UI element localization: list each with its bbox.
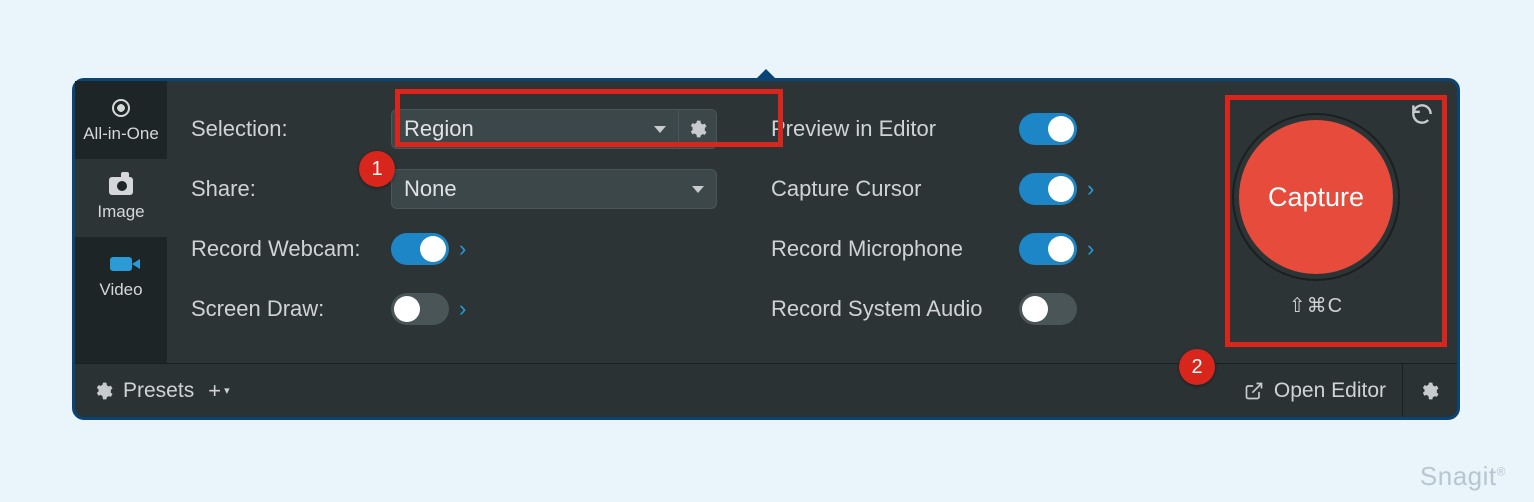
capture-column: Capture ⇧⌘C xyxy=(1191,99,1441,353)
share-dropdown[interactable]: None xyxy=(391,169,717,209)
panel-body: All-in-One Image Video Selection: Region xyxy=(75,81,1457,363)
selection-settings-button[interactable] xyxy=(677,109,717,149)
sidebar-item-image[interactable]: Image xyxy=(75,159,167,237)
bottom-bar: Presets +▾ Open Editor xyxy=(75,363,1457,417)
mic-toggle[interactable] xyxy=(1019,233,1077,265)
capture-panel: All-in-One Image Video Selection: Region xyxy=(72,78,1460,420)
selection-label: Selection: xyxy=(191,116,391,142)
gear-icon xyxy=(1419,381,1439,401)
chevron-down-icon: ▾ xyxy=(224,384,230,397)
cursor-label: Capture Cursor xyxy=(771,176,1019,202)
preview-toggle[interactable] xyxy=(1019,113,1077,145)
capture-shortcut: ⇧⌘C xyxy=(1289,293,1343,318)
reset-button[interactable] xyxy=(1407,99,1437,129)
watermark: Snagit® xyxy=(1420,461,1506,492)
sidebar-item-label: Image xyxy=(97,202,144,222)
selection-dropdown[interactable]: Region xyxy=(391,109,679,149)
gear-icon xyxy=(93,381,113,401)
open-external-icon xyxy=(1244,381,1264,401)
settings-button[interactable] xyxy=(1403,381,1439,401)
mode-sidebar: All-in-One Image Video xyxy=(75,81,167,363)
add-preset-button[interactable]: +▾ xyxy=(208,378,229,404)
sidebar-item-label: All-in-One xyxy=(83,124,159,144)
cursor-expand[interactable]: › xyxy=(1087,176,1094,202)
row-sysaudio: Record System Audio xyxy=(771,279,1191,339)
webcam-label: Record Webcam: xyxy=(191,236,391,262)
share-label: Share: xyxy=(191,176,391,202)
row-mic: Record Microphone › xyxy=(771,219,1191,279)
cursor-toggle[interactable] xyxy=(1019,173,1077,205)
row-cursor: Capture Cursor › xyxy=(771,159,1191,219)
mic-expand[interactable]: › xyxy=(1087,236,1094,262)
preview-label: Preview in Editor xyxy=(771,116,1019,142)
settings-column-left: Selection: Region Share: None xyxy=(191,99,771,353)
sidebar-item-all-in-one[interactable]: All-in-One xyxy=(75,81,167,159)
camera-icon xyxy=(109,174,133,198)
presets-gear-icon[interactable] xyxy=(93,381,113,401)
row-share: Share: None xyxy=(191,159,771,219)
screendraw-expand[interactable]: › xyxy=(459,296,466,322)
webcam-expand[interactable]: › xyxy=(459,236,466,262)
share-value: None xyxy=(404,176,457,202)
undo-icon xyxy=(1409,101,1435,127)
sidebar-item-video[interactable]: Video xyxy=(75,237,167,315)
open-editor-button[interactable]: Open Editor xyxy=(1244,364,1403,417)
row-selection: Selection: Region xyxy=(191,99,771,159)
selection-value: Region xyxy=(404,116,474,142)
screendraw-toggle[interactable] xyxy=(391,293,449,325)
mic-label: Record Microphone xyxy=(771,236,1019,262)
chevron-down-icon xyxy=(692,186,704,193)
open-editor-label: Open Editor xyxy=(1274,379,1386,403)
row-preview: Preview in Editor xyxy=(771,99,1191,159)
chevron-down-icon xyxy=(654,126,666,133)
presets-label[interactable]: Presets xyxy=(123,379,194,403)
settings-area: Selection: Region Share: None xyxy=(167,81,1457,363)
screendraw-label: Screen Draw: xyxy=(191,296,391,322)
sidebar-item-label: Video xyxy=(99,280,142,300)
webcam-toggle[interactable] xyxy=(391,233,449,265)
capture-button-label: Capture xyxy=(1268,182,1364,213)
gear-icon xyxy=(687,119,707,139)
capture-button[interactable]: Capture xyxy=(1234,115,1398,279)
row-webcam: Record Webcam: › xyxy=(191,219,771,279)
all-in-one-icon xyxy=(109,96,133,120)
row-screendraw: Screen Draw: › xyxy=(191,279,771,339)
sysaudio-toggle[interactable] xyxy=(1019,293,1077,325)
video-icon xyxy=(109,252,133,276)
sysaudio-label: Record System Audio xyxy=(771,296,1019,322)
settings-column-right: Preview in Editor Capture Cursor › Recor… xyxy=(771,99,1191,353)
